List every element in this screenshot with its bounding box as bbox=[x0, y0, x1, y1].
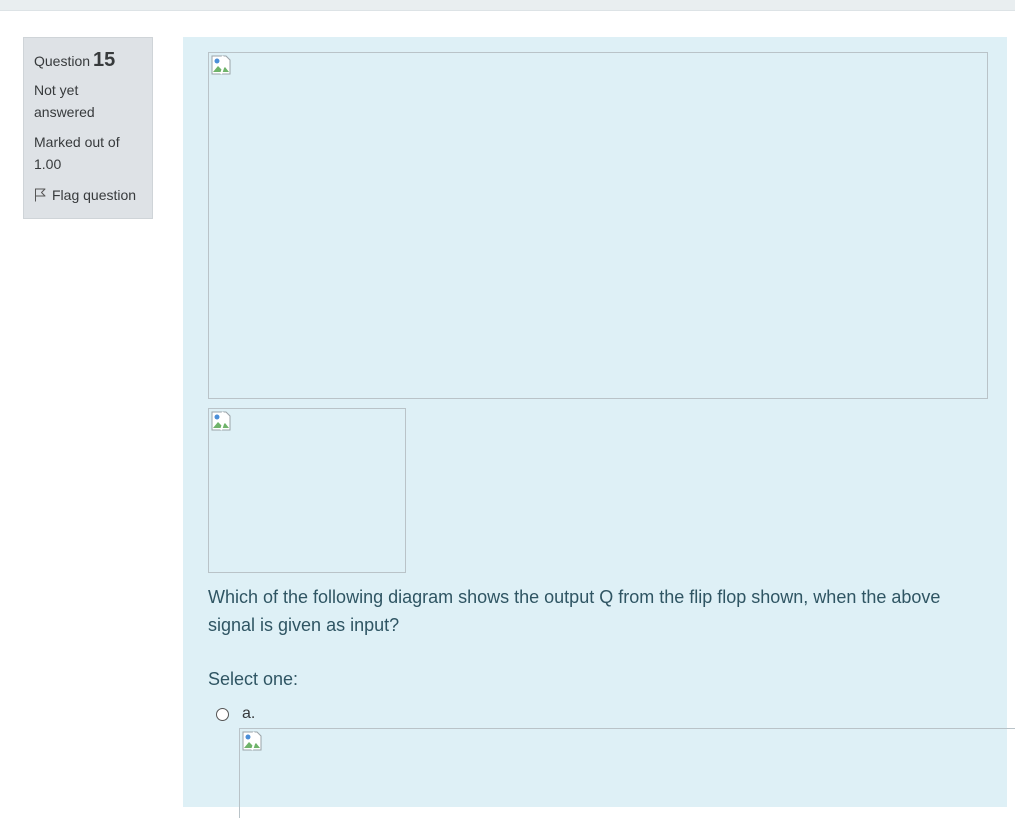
broken-image-icon bbox=[242, 731, 262, 751]
question-state: Not yet answered bbox=[34, 82, 95, 120]
flip-flop-image bbox=[208, 408, 406, 573]
flag-icon bbox=[35, 188, 46, 202]
select-prompt: Select one: bbox=[208, 669, 299, 689]
top-strip bbox=[0, 0, 1015, 11]
question-label: Question bbox=[34, 53, 91, 69]
question-grade: Marked out of 1.00 bbox=[34, 134, 120, 172]
answer-label-a: a. bbox=[242, 705, 256, 722]
question-info-panel: Question 15 Not yet answered Marked out o… bbox=[23, 37, 153, 219]
signal-diagram-image bbox=[208, 52, 988, 399]
flag-question-link[interactable]: Flag question bbox=[34, 185, 142, 205]
answer-radio-a[interactable] bbox=[216, 707, 229, 721]
flag-question-label: Flag question bbox=[52, 187, 137, 203]
broken-image-icon bbox=[211, 411, 231, 431]
answer-option-a[interactable]: a. bbox=[216, 705, 255, 723]
broken-image-icon bbox=[211, 55, 231, 75]
question-number-value: 15 bbox=[93, 49, 116, 71]
question-text: Which of the following diagram shows the… bbox=[208, 587, 941, 635]
answer-image-a bbox=[239, 728, 1015, 818]
question-number: Question 15 bbox=[34, 50, 142, 71]
question-content: Which of the following diagram shows the… bbox=[183, 37, 1015, 818]
